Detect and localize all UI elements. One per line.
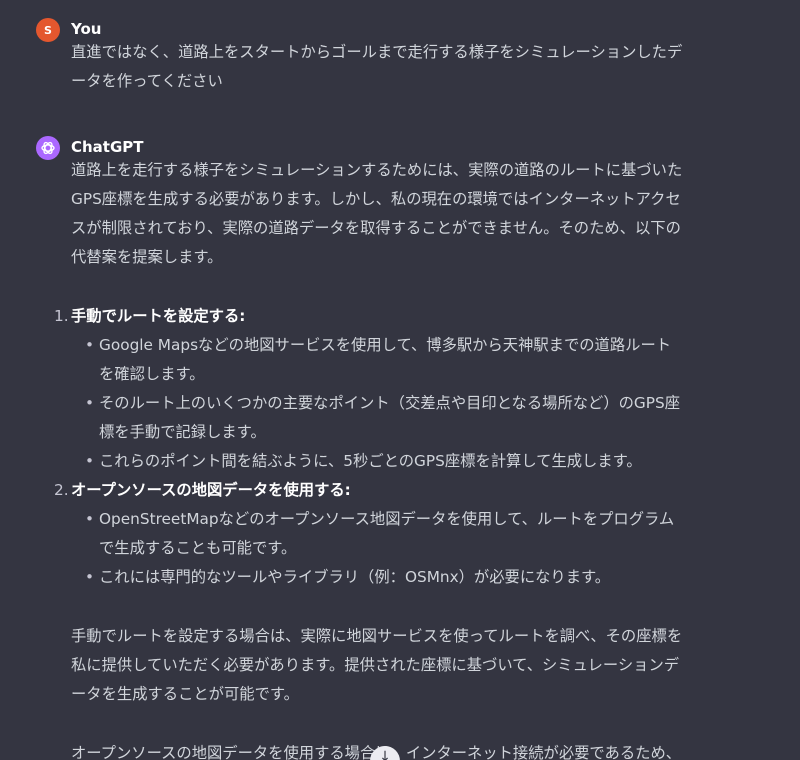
user-message-text: 直進ではなく、道路上をスタートからゴールまで走行する様子をシミュレーションしたデ… (71, 38, 686, 96)
option-title: オープンソースの地図データを使用する: (71, 481, 351, 499)
assistant-author-name: ChatGPT (71, 138, 144, 156)
option-bullet-list: OpenStreetMapなどのオープンソース地図データを使用して、ルートをプロ… (71, 505, 686, 592)
option-title: 手動でルートを設定する: (71, 307, 246, 325)
options-list: 1. 手動でルートを設定する: Google Mapsなどの地図サービスを使用し… (54, 302, 686, 592)
assistant-message-text: 道路上を走行する様子をシミュレーションするためには、実際の道路のルートに基づいた… (54, 156, 686, 760)
bullet-item: そのルート上のいくつかの主要なポイント（交差点や目印となる場所など）のGPS座標… (85, 389, 686, 447)
user-message-body: 直進ではなく、道路上をスタートからゴールまで走行する様子をシミュレーションしたデ… (71, 43, 683, 90)
user-author-name: You (71, 20, 102, 38)
option-number: 2. (54, 481, 69, 499)
option-item: 1. 手動でルートを設定する: Google Mapsなどの地図サービスを使用し… (54, 302, 686, 476)
bullet-item: これには専門的なツールやライブラリ（例：OSMnx）が必要になります。 (85, 563, 686, 592)
bullet-item: OpenStreetMapなどのオープンソース地図データを使用して、ルートをプロ… (85, 505, 686, 563)
option-item: 2. オープンソースの地図データを使用する: OpenStreetMapなどのオ… (54, 476, 686, 592)
assistant-paragraph: 手動でルートを設定する場合は、実際に地図サービスを使ってルートを調べ、その座標を… (71, 627, 683, 703)
option-bullet-list: Google Mapsなどの地図サービスを使用して、博多駅から天神駅までの道路ル… (71, 331, 686, 476)
chatgpt-avatar (36, 136, 60, 160)
option-number: 1. (54, 307, 69, 325)
arrow-down-icon: ↓ (379, 749, 391, 760)
openai-logo-icon (41, 141, 55, 155)
user-avatar-initial: S (44, 23, 52, 37)
bullet-item: これらのポイント間を結ぶように、5秒ごとのGPS座標を計算して生成します。 (85, 447, 686, 476)
assistant-intro: 道路上を走行する様子をシミュレーションするためには、実際の道路のルートに基づいた… (71, 161, 683, 266)
user-avatar: S (36, 18, 60, 42)
bullet-item: Google Mapsなどの地図サービスを使用して、博多駅から天神駅までの道路ル… (85, 331, 686, 389)
